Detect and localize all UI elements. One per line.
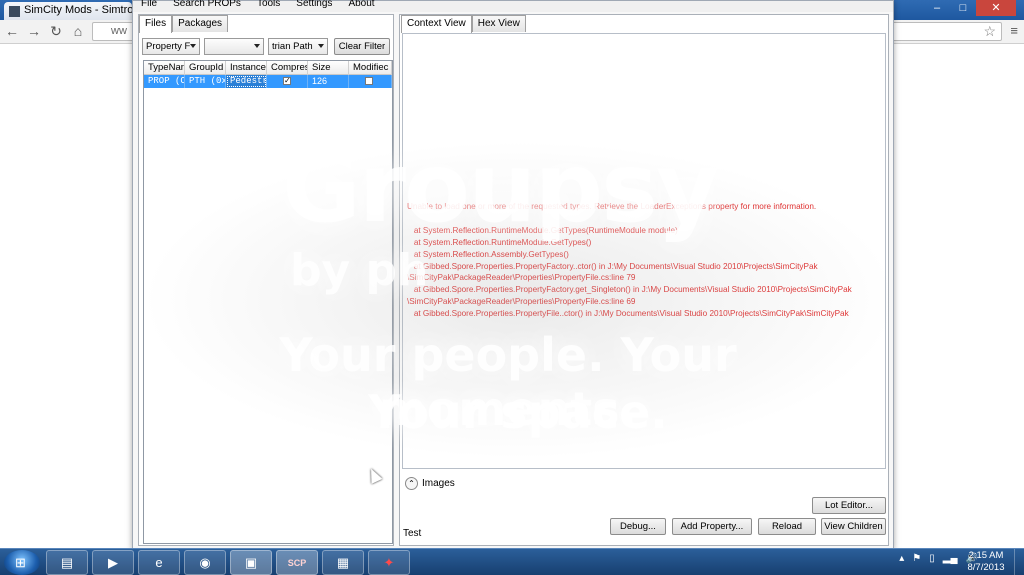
cell-modified (349, 75, 392, 88)
error-message: Unable to load one or more of the reques… (407, 202, 852, 319)
left-pane: Files Packages Property F trian Path Cle… (138, 14, 394, 546)
instance-filter-combo[interactable]: trian Path (268, 38, 328, 55)
right-pane: Context View Hex View Unable to load one… (399, 14, 889, 546)
tab-hex-view[interactable]: Hex View (471, 15, 526, 32)
clock[interactable]: 2:15 AM 8/7/2013 (964, 550, 1008, 574)
close-button[interactable]: ✕ (976, 0, 1016, 16)
instance-filter-value: trian Path (272, 41, 313, 52)
reload-icon[interactable]: ↻ (48, 23, 64, 39)
chrome-icon[interactable]: ◉ (184, 550, 226, 575)
tab-context-view[interactable]: Context View (401, 15, 472, 33)
column-compressed[interactable]: Compres (267, 61, 308, 75)
film-icon[interactable]: ▦ (322, 550, 364, 575)
expand-icon[interactable]: ⌃ (405, 476, 418, 490)
back-icon[interactable]: ← (4, 23, 20, 39)
flag-icon[interactable]: ⚑ (912, 553, 921, 564)
simcitypak-window: File Search PROPs Tools Settings About F… (132, 0, 894, 550)
view-children-button[interactable]: View Children (821, 518, 886, 535)
menu-icon[interactable]: ≡ (1010, 23, 1018, 38)
cell-instance[interactable]: Pedestr (226, 75, 267, 88)
table-row[interactable]: PROP (C PTH (0x Pedestr ✓ 126 (144, 75, 392, 88)
media-player-icon[interactable]: ▶ (92, 550, 134, 575)
column-size[interactable]: Size (308, 61, 349, 75)
browser-tab[interactable]: SimCity Mods - Simtropo (4, 2, 132, 20)
cell-size: 126 (308, 75, 349, 88)
left-tabs: Files Packages (139, 15, 229, 33)
device-icon[interactable]: ▯ (929, 553, 935, 564)
clock-date: 8/7/2013 (967, 562, 1005, 573)
menu-settings[interactable]: Settings (288, 0, 340, 12)
home-icon[interactable]: ⌂ (70, 23, 86, 39)
clear-filter-button[interactable]: Clear Filter (334, 38, 390, 55)
add-property-button[interactable]: Add Property... (672, 518, 752, 535)
images-label: Images (422, 477, 455, 489)
minimize-button[interactable]: – (924, 0, 950, 16)
cell-compressed: ✓ (267, 75, 308, 88)
folder-icon[interactable]: ▤ (46, 550, 88, 575)
group-filter-combo[interactable] (204, 38, 264, 55)
browser-tab-title: SimCity Mods - Simtropo (24, 4, 132, 16)
type-filter-value: Property F (146, 41, 191, 52)
favicon-icon (9, 6, 20, 17)
chevron-down-icon (318, 44, 324, 48)
cell-type: PROP (C (144, 75, 185, 88)
type-filter-combo[interactable]: Property F (142, 38, 200, 55)
clock-time: 2:15 AM (968, 550, 1004, 561)
compressed-checkbox[interactable]: ✓ (283, 77, 291, 86)
network-icon[interactable]: ▂▄ (943, 553, 958, 564)
test-label: Test (403, 528, 422, 539)
cell-group: PTH (0x (185, 75, 226, 88)
forward-icon[interactable]: → (26, 23, 42, 39)
property-grid[interactable]: TypeNar GroupId Instancel Compres Size M… (143, 60, 393, 544)
taskbar: ⊞ ▤ ▶ e ◉ ▣ SCP ▦ ✦ ▴ ⚑ ▯ ▂▄ 🔊 2:15 AM 8… (0, 548, 1024, 575)
scp-icon[interactable]: SCP (276, 550, 318, 575)
windows-logo-icon: ⊞ (15, 555, 26, 570)
right-tabs: Context View Hex View (401, 15, 526, 33)
menu-bar: File Search PROPs Tools Settings About (133, 0, 893, 12)
menu-file[interactable]: File (133, 0, 165, 12)
chevron-down-icon (254, 44, 260, 48)
app-icon[interactable]: ▣ (230, 550, 272, 575)
grid-header: TypeNar GroupId Instancel Compres Size M… (144, 61, 392, 75)
context-view-panel: Unable to load one or more of the reques… (402, 33, 886, 469)
menu-search-props[interactable]: Search PROPs (165, 0, 249, 12)
maximize-button[interactable]: □ (950, 0, 976, 16)
chevron-down-icon (190, 44, 196, 48)
column-instance[interactable]: Instancel (226, 61, 267, 75)
debug-button[interactable]: Debug... (610, 518, 666, 535)
reload-button[interactable]: Reload (758, 518, 816, 535)
address-text: ww (111, 25, 127, 37)
column-groupid[interactable]: GroupId (185, 61, 226, 75)
filter-bar: Property F trian Path Clear Filter (142, 38, 392, 56)
tab-packages[interactable]: Packages (172, 15, 229, 32)
column-typename[interactable]: TypeNar (144, 61, 185, 75)
tray-arrow-icon[interactable]: ▴ (899, 553, 904, 564)
menu-tools[interactable]: Tools (249, 0, 288, 12)
menu-about[interactable]: About (340, 0, 382, 12)
lot-editor-button[interactable]: Lot Editor... (812, 497, 886, 514)
red-app-icon[interactable]: ✦ (368, 550, 410, 575)
start-button[interactable]: ⊞ (4, 550, 40, 575)
show-desktop-button[interactable] (1014, 549, 1024, 575)
images-expander[interactable]: ⌃ Images (405, 475, 455, 491)
column-modified[interactable]: Modifiec (349, 61, 392, 75)
modified-checkbox[interactable] (365, 77, 373, 85)
tab-files[interactable]: Files (139, 15, 173, 33)
ie-icon[interactable]: e (138, 550, 180, 575)
window-controls: – □ ✕ (924, 0, 1016, 16)
star-icon[interactable]: ☆ (983, 23, 996, 40)
